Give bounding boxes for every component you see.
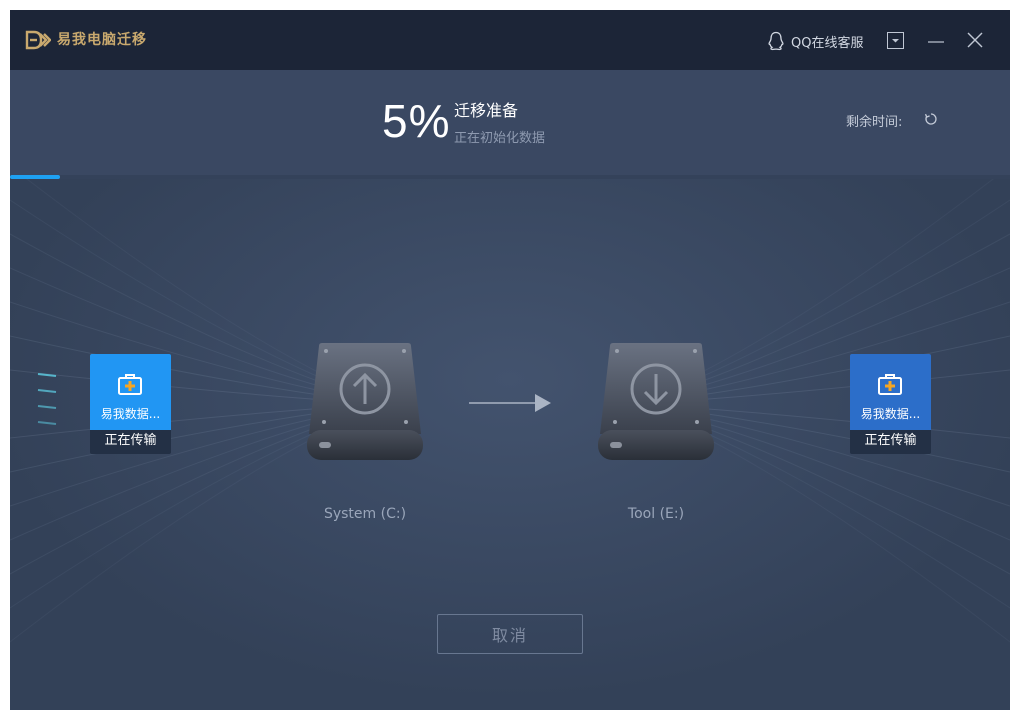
stage-title: 迁移准备 xyxy=(454,101,519,120)
qq-penguin-icon xyxy=(768,31,784,51)
loading-spinner-icon xyxy=(924,113,937,125)
app-card-body: 易我数据... xyxy=(850,354,931,430)
app-card-name: 易我数据... xyxy=(100,407,161,421)
title-bar: 易我电脑迁移 QQ在线客服 xyxy=(10,10,1010,70)
qq-support-label: QQ在线客服 xyxy=(791,35,864,51)
close-button[interactable] xyxy=(965,30,985,50)
remaining-time-label: 剩余时间: xyxy=(846,115,903,130)
app-card-body: 易我数据... xyxy=(90,354,171,430)
progress-percent: 5% xyxy=(382,95,451,147)
app-card-name: 易我数据... xyxy=(860,407,921,421)
app-card-status: 正在传输 xyxy=(850,430,931,454)
app-card-left: 易我数据... 正在传输 xyxy=(90,354,171,454)
progress-header: 5% 迁移准备 正在初始化数据 剩余时间: xyxy=(10,70,1010,178)
app-logo-icon xyxy=(25,30,51,50)
stage-subtitle: 正在初始化数据 xyxy=(454,131,546,146)
app-title: 易我电脑迁移 xyxy=(57,32,147,48)
toolbox-icon xyxy=(118,374,142,395)
toolbox-icon xyxy=(878,374,902,395)
minimize-button[interactable] xyxy=(925,32,947,49)
transfer-arrow-icon xyxy=(469,394,551,412)
cancel-button[interactable]: 取消 xyxy=(437,614,583,654)
transfer-stage: 易我数据... 正在传输 System (C:) Tool (E:) 易我数据.… xyxy=(10,179,1010,710)
source-drive-icon xyxy=(307,343,423,460)
menu-dropdown-button[interactable] xyxy=(887,32,904,49)
source-drive-label: System (C:) xyxy=(323,506,407,522)
target-drive-label: Tool (E:) xyxy=(627,506,685,522)
app-card-right: 易我数据... 正在传输 xyxy=(850,354,931,454)
app-card-status: 正在传输 xyxy=(90,430,171,454)
qq-support-button[interactable]: QQ在线客服 xyxy=(767,30,863,52)
target-drive-icon xyxy=(598,343,714,460)
migration-window: 易我电脑迁移 QQ在线客服 5% 迁移准备 正在初始化数据 剩余时间: 易我数据… xyxy=(10,10,1010,710)
